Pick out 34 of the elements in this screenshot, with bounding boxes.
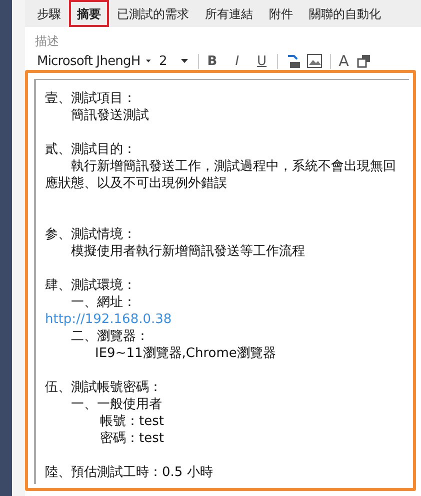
font-color-button[interactable]: A: [338, 54, 349, 68]
editor-line: 壹、測試項目：: [45, 90, 137, 107]
editor-line: 密碼：test: [99, 430, 165, 447]
tab[interactable]: 附件: [261, 0, 301, 27]
font-select[interactable]: Microsoft JhengH: [37, 54, 151, 68]
tab[interactable]: 摘要: [69, 0, 109, 27]
image-icon[interactable]: [306, 54, 322, 68]
italic-button[interactable]: I: [235, 54, 240, 68]
editor-line: 伍、測試帳號密碼：: [45, 379, 163, 396]
tab[interactable]: 已測試的需求: [109, 0, 197, 27]
tab[interactable]: 關聯的自動化: [301, 0, 389, 27]
tab[interactable]: 所有連結: [197, 0, 261, 27]
caret-icon: [181, 59, 188, 63]
editor-box[interactable]: 壹、測試項目： 簡訊發送測試 貳、測試目的： 執行新增簡訊發送工作，測試過程中，系統不會出現無回應狀態、以及不可出現例外錯誤 参、測試情境： 模擬使用者執行新增簡訊發送等工作流程 肆、測試環境： 一、網址： http://192.168.0.38 二、瀏覽器： IE9~11瀏覽器,Chrome瀏覽器 伍、測試帳號密碼： 一、一般使用者 帳號：test 密碼：test 陸、預估測試工時：0.5 小時: [25, 70, 416, 491]
editor-line: 二、瀏覽器：: [70, 328, 150, 345]
editor-line: 帳號：test: [99, 413, 165, 430]
editor-line: 陸、預估測試工時：0.5 小時: [45, 464, 214, 481]
copy-icon[interactable]: [356, 54, 371, 68]
bold-button[interactable]: B: [207, 54, 218, 68]
size-select[interactable]: 2: [159, 54, 188, 68]
field-label: 描述: [35, 35, 59, 47]
editor-line: 簡訊發送測試: [70, 107, 150, 124]
editor-line: 執行新增簡訊發送工作，測試過程中，系統不會出現無回應狀態、以及不可出現例外錯誤: [45, 158, 397, 192]
editor-line: 模擬使用者執行新增簡訊發送等工作流程: [70, 243, 306, 260]
underline-button[interactable]: U: [257, 54, 267, 68]
editor-line: 肆、測試環境：: [45, 277, 137, 294]
editor-line: 貳、測試目的：: [45, 141, 137, 158]
editor-line: IE9~11瀏覽器,Chrome瀏覽器: [94, 345, 277, 362]
tab[interactable]: 步驟: [29, 0, 69, 27]
caret-icon: [146, 59, 151, 63]
editor-line: 参、測試情境：: [45, 226, 137, 243]
editor-line: 一、網址：: [70, 294, 137, 311]
paste-icon[interactable]: [286, 54, 301, 68]
editor-line: 一、一般使用者: [70, 396, 163, 413]
